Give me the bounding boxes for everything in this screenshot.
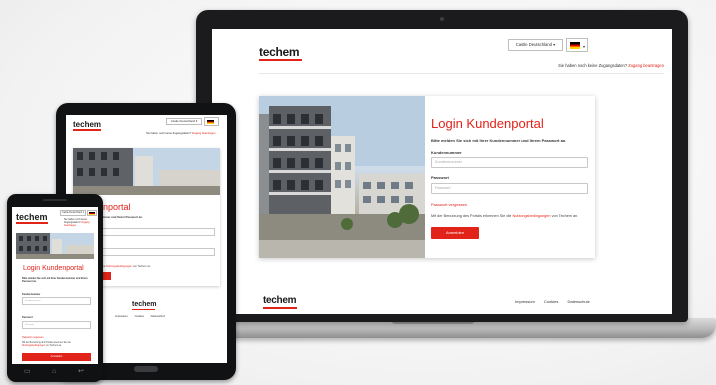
language-select[interactable]: Castle Deutschland ▾ <box>60 210 86 216</box>
terms-link[interactable]: Nutzungsbedingungen <box>512 214 550 218</box>
footer-link-cookies[interactable]: Cookies <box>544 299 558 304</box>
building-illustration <box>259 96 425 258</box>
german-flag-icon <box>207 120 214 124</box>
building-photo <box>16 233 94 259</box>
footer-logo-underline <box>263 307 297 309</box>
login-subtitle: Bitte melden Sie sich mit Ihrer Kundennu… <box>22 277 88 283</box>
terms-suffix: von Techem an. <box>45 345 62 347</box>
techem-logo[interactable]: techem <box>16 212 48 222</box>
building-illustration <box>16 233 94 259</box>
footer-link-datenschutz[interactable]: Datenschutz <box>567 299 589 304</box>
no-access-text: Sie haben noch keine Zugangsdaten? <box>558 63 628 68</box>
language-select[interactable]: Castle Deutschland ▾ <box>508 39 563 51</box>
password-label: Passwort <box>431 175 449 180</box>
no-access-notice: Sie haben noch keine Zugangsdaten? Zugan… <box>146 132 216 135</box>
language-select[interactable]: Castle Deutschland ▾ <box>166 118 202 125</box>
laptop: techem Castle Deutschland ▾ ▾ Sie haben … <box>196 10 688 322</box>
login-button[interactable]: Anmelden <box>431 227 479 239</box>
language-flag-select[interactable] <box>204 117 219 126</box>
terms-prefix: Mit der Benutzung des Portals erkennen S… <box>22 342 71 344</box>
customer-number-input[interactable]: Kundennummer <box>431 157 588 168</box>
password-label: Passwort <box>22 316 33 319</box>
footer-link-cookies[interactable]: Cookies <box>135 315 144 318</box>
no-access-notice: Sie haben noch keine Zugangsdaten? Zugan… <box>64 218 97 227</box>
footer-link-impressum[interactable]: Impressum <box>115 315 128 318</box>
login-form: Login Kundenportal Bitte melden Sie sich… <box>425 96 595 258</box>
phone: techem Castle Deutschland ▾ Sie haben no… <box>7 194 103 382</box>
login-button[interactable]: Anmelden <box>22 353 91 361</box>
terms-prefix: Mit der Benutzung des Portals erkennen S… <box>431 214 512 218</box>
webcam-icon <box>440 17 444 21</box>
footer-techem-logo[interactable]: techem <box>263 295 297 306</box>
language-flag-select[interactable]: ▾ <box>566 38 588 52</box>
request-access-link[interactable]: Zugang beantragen <box>628 63 664 68</box>
header-divider <box>259 73 664 74</box>
footer-links: Impressum Cookies Datenschutz <box>507 299 590 304</box>
techem-logo[interactable]: techem <box>73 120 101 129</box>
login-title: Login Kundenportal <box>23 265 84 272</box>
terms-link[interactable]: Nutzungsbedingungen <box>106 265 132 268</box>
building-photo <box>73 148 220 195</box>
no-access-text: Sie haben noch keine Zugangsdaten? <box>146 132 192 135</box>
footer-link-impressum[interactable]: Impressum <box>515 299 535 304</box>
building-photo <box>259 96 425 258</box>
laptop-screen: techem Castle Deutschland ▾ ▾ Sie haben … <box>212 29 672 314</box>
password-input[interactable]: Passwort <box>22 321 91 329</box>
forgot-password-link[interactable]: Passwort vergessen <box>22 336 44 339</box>
customer-number-input[interactable]: Kundennummer <box>22 297 91 305</box>
german-flag-icon <box>89 212 95 215</box>
logo-underline <box>16 222 48 224</box>
terms-notice: Mit der Benutzung des Portals erkennen S… <box>22 342 90 348</box>
footer-links: Impressum Cookies Datenschutz <box>115 315 171 318</box>
phone-speaker <box>43 199 67 201</box>
footer-logo-underline <box>132 309 155 310</box>
footer-link-datenschutz[interactable]: Datenschutz <box>151 315 165 318</box>
forgot-password-link[interactable]: Passwort vergessen <box>431 202 467 207</box>
phone-navbar: ▭ ⌂ ↩ <box>12 367 98 377</box>
request-access-link[interactable]: Zugang beantragen <box>192 132 215 135</box>
no-access-notice: Sie haben noch keine Zugangsdaten? Zugan… <box>456 63 664 68</box>
techem-logo[interactable]: techem <box>259 45 300 59</box>
phone-screen: techem Castle Deutschland ▾ Sie haben no… <box>12 207 98 364</box>
logo-underline <box>73 129 101 131</box>
customer-number-label: Kundennummer <box>22 293 41 296</box>
footer-techem-logo[interactable]: techem <box>132 301 157 308</box>
language-flag-select[interactable] <box>87 210 97 216</box>
login-title: Login Kundenportal <box>431 116 544 131</box>
building-illustration <box>73 148 220 195</box>
german-flag-icon <box>570 42 580 49</box>
tablet-home-button[interactable] <box>134 366 158 372</box>
terms-suffix: von Techem an. <box>551 214 579 218</box>
back-icon[interactable]: ↩ <box>78 368 84 376</box>
customer-number-label: Kundennummer <box>431 150 462 155</box>
login-card: Login Kundenportal Bitte melden Sie sich… <box>259 96 595 258</box>
password-input[interactable]: Passwort <box>431 183 588 194</box>
devices-mockup: techem Castle Deutschland ▾ ▾ Sie haben … <box>0 0 716 385</box>
login-subtitle: Bitte melden Sie sich mit Ihrer Kundennu… <box>431 138 567 143</box>
home-icon[interactable]: ⌂ <box>52 368 56 376</box>
terms-link[interactable]: Nutzungsbedingungen <box>22 345 45 347</box>
terms-suffix: von Techem an. <box>132 265 151 268</box>
recent-apps-icon[interactable]: ▭ <box>24 368 31 376</box>
logo-underline <box>259 59 302 61</box>
chevron-down-icon: ▾ <box>582 44 585 49</box>
terms-notice: Mit der Benutzung des Portals erkennen S… <box>431 214 578 218</box>
